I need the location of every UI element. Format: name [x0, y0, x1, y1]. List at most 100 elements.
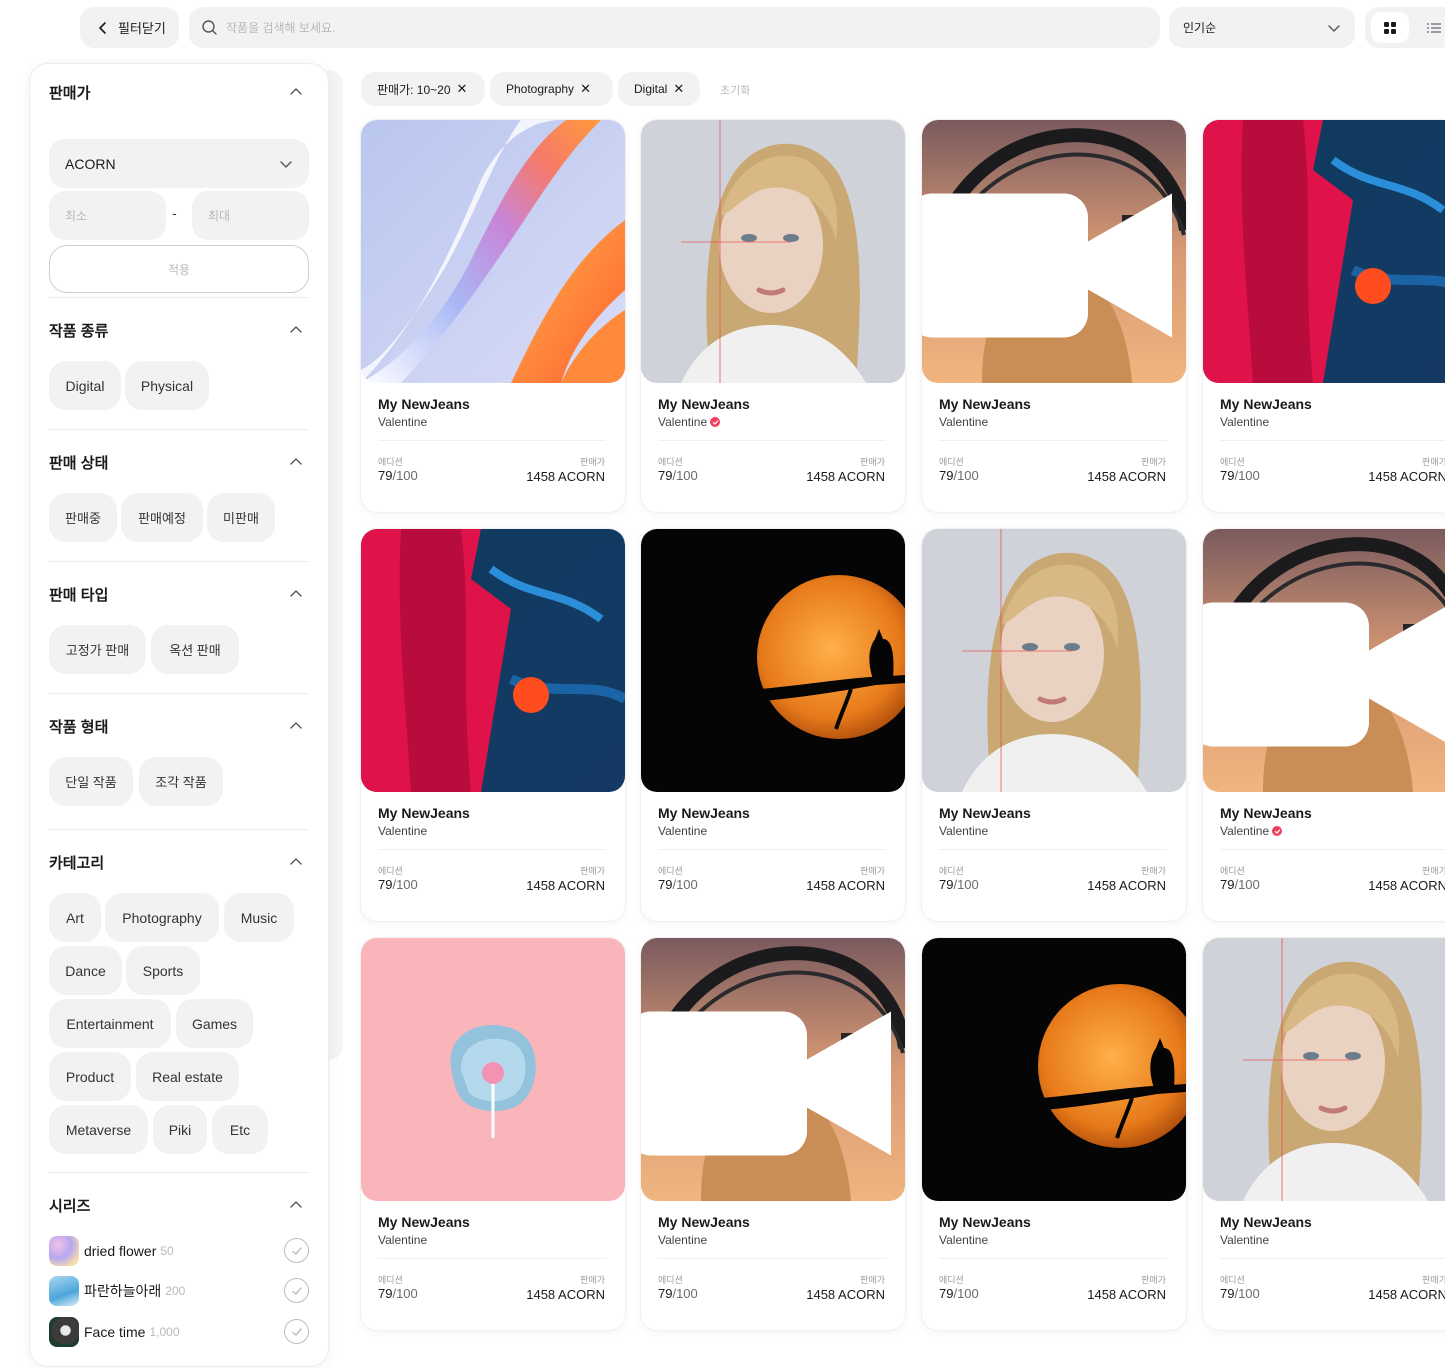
category-chip-dance[interactable]: Dance	[49, 946, 122, 995]
work-type-header[interactable]: 작품 종류	[49, 318, 309, 342]
close-filter-button[interactable]: 필터닫기	[80, 7, 179, 48]
work-form-chip-fractional[interactable]: 조각 작품	[139, 757, 223, 806]
apply-price-button[interactable]: 적용	[49, 245, 309, 293]
artist-name[interactable]: Valentine	[658, 415, 721, 429]
edition-label: 에디션	[378, 866, 403, 876]
work-form-chip-single[interactable]: 단일 작품	[49, 757, 133, 806]
artwork-title: My NewJeans	[658, 396, 750, 412]
artwork-image	[922, 938, 1186, 1201]
series-name: dried flower	[84, 1243, 157, 1259]
category-chip-real-estate[interactable]: Real estate	[136, 1052, 239, 1101]
edition-value: 79/100	[378, 877, 418, 892]
price-value: 1458 ACORN	[526, 469, 605, 484]
edition-total: /100	[953, 877, 979, 892]
series-thumbnail	[49, 1236, 79, 1266]
series-header[interactable]: 시리즈	[49, 1193, 309, 1217]
currency-select[interactable]: ACORN	[49, 139, 309, 188]
series-checkbox[interactable]	[284, 1238, 309, 1263]
artist-name[interactable]: Valentine	[378, 824, 427, 838]
category-chip-art[interactable]: Art	[49, 893, 101, 942]
artwork-image	[641, 120, 905, 383]
artist-name[interactable]: Valentine	[939, 1233, 988, 1247]
divider	[1220, 440, 1445, 441]
artwork-card[interactable]: My NewJeans Valentine 에디션 79/100 판매가 145…	[1203, 120, 1445, 512]
grid-view-button[interactable]	[1371, 12, 1409, 43]
series-item-dried-flower[interactable]: dried flower 50	[49, 1235, 309, 1267]
artwork-card[interactable]: My NewJeans Valentine 에디션 79/100 판매가 145…	[361, 120, 625, 512]
remove-filter-icon[interactable]: ✕	[457, 81, 468, 97]
work-form-header[interactable]: 작품 형태	[49, 714, 309, 738]
artwork-card[interactable]: My NewJeans Valentine 에디션 79/100 판매가 145…	[922, 529, 1186, 921]
category-header[interactable]: 카테고리	[49, 850, 309, 874]
artwork-card[interactable]: My NewJeans Valentine 에디션 79/100 판매가 145…	[361, 529, 625, 921]
edition-label: 에디션	[939, 457, 964, 467]
sale-status-chip-on-sale[interactable]: 판매중	[49, 493, 117, 542]
artwork-card[interactable]: My NewJeans Valentine 에디션 79/100 판매가 145…	[1203, 529, 1445, 921]
category-chip-photography[interactable]: Photography	[105, 893, 219, 942]
category-chip-etc[interactable]: Etc	[212, 1105, 268, 1154]
category-chip-product[interactable]: Product	[49, 1052, 131, 1101]
work-type-chip-physical[interactable]: Physical	[125, 361, 209, 410]
series-item-blue-sky[interactable]: 파란하늘아래 200	[49, 1275, 309, 1307]
series-checkbox[interactable]	[284, 1319, 309, 1344]
search-input[interactable]	[226, 20, 1126, 35]
section-title: 판매 상태	[49, 454, 109, 472]
price-label: 판매가	[1422, 866, 1445, 876]
artist-name[interactable]: Valentine	[939, 415, 988, 429]
sale-type-header[interactable]: 판매 타입	[49, 582, 309, 606]
work-form-section: 작품 형태 단일 작품 조각 작품	[49, 714, 309, 814]
category-chip-games[interactable]: Games	[176, 999, 253, 1048]
artist-name[interactable]: Valentine	[658, 1233, 707, 1247]
price-label: 판매가	[860, 866, 885, 876]
artwork-title: My NewJeans	[378, 805, 470, 821]
artist-name[interactable]: Valentine	[378, 415, 427, 429]
edition-total: /100	[1234, 877, 1260, 892]
series-checkbox[interactable]	[284, 1278, 309, 1303]
artist-name[interactable]: Valentine	[658, 824, 707, 838]
artwork-card[interactable]: My NewJeans Valentine 에디션 79/100 판매가 145…	[922, 120, 1186, 512]
artist-name[interactable]: Valentine	[939, 824, 988, 838]
artist-name[interactable]: Valentine	[1220, 1233, 1269, 1247]
active-filter-chip-price[interactable]: 판매가: 10~20 ✕	[361, 72, 485, 106]
price-filter-header[interactable]: 판매가	[49, 80, 309, 104]
edition-label: 에디션	[939, 1275, 964, 1285]
category-chip-sports[interactable]: Sports	[126, 946, 200, 995]
artwork-card[interactable]: My NewJeans Valentine 에디션 79/100 판매가 145…	[1203, 938, 1445, 1330]
category-chip-metaverse[interactable]: Metaverse	[49, 1105, 148, 1154]
artwork-card[interactable]: My NewJeans Valentine 에디션 79/100 판매가 145…	[922, 938, 1186, 1330]
artist-name[interactable]: Valentine	[1220, 415, 1269, 429]
remove-filter-icon[interactable]: ✕	[673, 81, 684, 97]
artist-name[interactable]: Valentine	[378, 1233, 427, 1247]
edition-value: 79/100	[658, 468, 698, 483]
sale-status-chip-not-for-sale[interactable]: 미판매	[207, 493, 275, 542]
sort-select[interactable]: 인기순	[1169, 7, 1355, 48]
list-view-button[interactable]	[1427, 12, 1445, 43]
currency-select-value: ACORN	[65, 155, 116, 172]
category-chip-music[interactable]: Music	[224, 893, 294, 942]
sale-status-chip-upcoming[interactable]: 판매예정	[121, 493, 203, 542]
artwork-card[interactable]: My NewJeans Valentine 에디션 79/100 판매가 145…	[641, 120, 905, 512]
sale-type-chip-auction[interactable]: 옥션 판매	[151, 625, 239, 674]
active-filter-chip-photography[interactable]: Photography ✕	[490, 72, 613, 106]
artist-label: Valentine	[1220, 824, 1270, 838]
sale-type-chip-fixed[interactable]: 고정가 판매	[49, 625, 146, 674]
edition-label: 에디션	[658, 1275, 683, 1285]
artwork-card[interactable]: My NewJeans Valentine 에디션 79/100 판매가 145…	[361, 938, 625, 1330]
artist-name[interactable]: Valentine	[1220, 824, 1283, 838]
sale-status-header[interactable]: 판매 상태	[49, 450, 309, 474]
series-item-face-time[interactable]: Face time 1,000	[49, 1316, 309, 1348]
artwork-card[interactable]: My NewJeans Valentine 에디션 79/100 판매가 145…	[641, 529, 905, 921]
category-chip-piki[interactable]: Piki	[153, 1105, 207, 1154]
remove-filter-icon[interactable]: ✕	[580, 81, 591, 97]
active-filter-chip-digital[interactable]: Digital ✕	[618, 72, 700, 106]
work-type-chip-digital[interactable]: Digital	[49, 361, 121, 410]
reset-filters-link[interactable]: 초기화	[720, 82, 750, 98]
edition-label: 에디션	[658, 457, 683, 467]
max-price-input[interactable]	[208, 208, 298, 223]
video-icon	[641, 1011, 891, 1156]
min-price-input[interactable]	[65, 208, 155, 223]
series-count: 1,000	[149, 1325, 180, 1339]
edition-label: 에디션	[939, 866, 964, 876]
category-chip-entertainment[interactable]: Entertainment	[49, 999, 171, 1048]
artwork-card[interactable]: My NewJeans Valentine 에디션 79/100 판매가 145…	[641, 938, 905, 1330]
